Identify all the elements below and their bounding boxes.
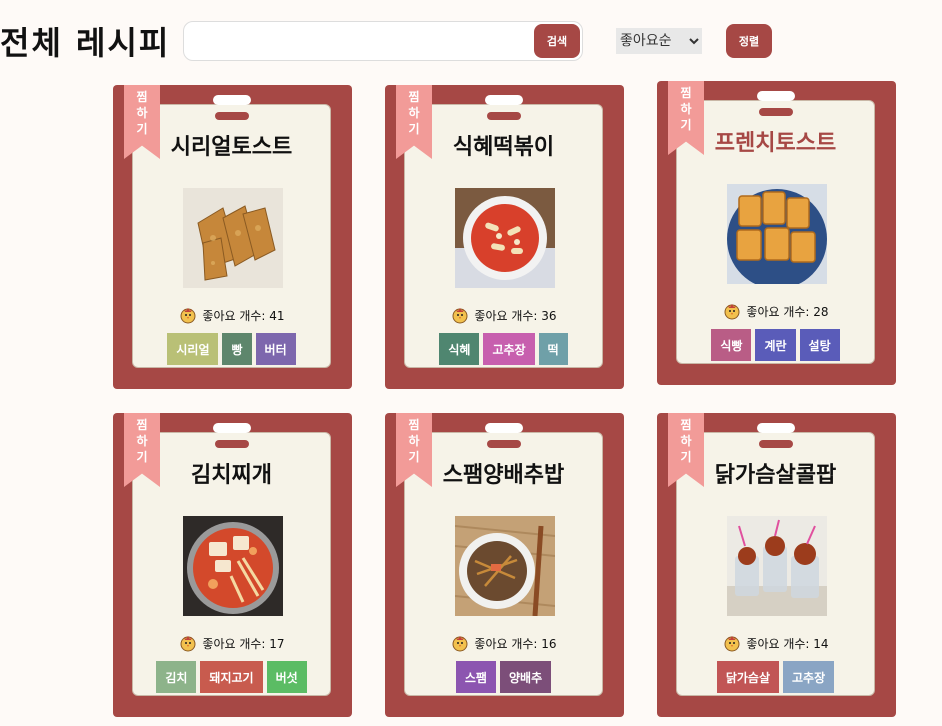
ingredient-tag[interactable]: 고추장 xyxy=(783,661,835,693)
bookmark-char: 하 xyxy=(136,106,148,120)
ingredient-tag[interactable]: 닭가슴살 xyxy=(716,661,780,693)
ingredient-tag[interactable]: 돼지고기 xyxy=(200,661,263,693)
recipe-photo[interactable] xyxy=(183,516,283,616)
bookmark-char: 하 xyxy=(408,106,420,120)
likes-count: 좋아요 개수: 28 xyxy=(746,304,829,319)
recipe-title[interactable]: 김치찌개 xyxy=(132,457,331,489)
card-clip-hole xyxy=(757,423,795,433)
card-clip-slot xyxy=(759,108,793,116)
tag-list: 스팸 양배추 xyxy=(404,661,603,693)
recipe-title[interactable]: 식혜떡볶이 xyxy=(404,129,603,161)
chick-icon xyxy=(180,308,196,324)
ingredient-tag[interactable]: 고추장 xyxy=(483,333,535,365)
recipe-photo[interactable] xyxy=(727,184,827,284)
page-title: 전체 레시피 xyxy=(0,24,171,62)
ingredient-tag[interactable]: 식혜 xyxy=(439,333,480,365)
likes-row: 좋아요 개수: 17 xyxy=(132,633,331,653)
ingredient-tag[interactable]: 빵 xyxy=(222,333,252,365)
likes-row: 좋아요 개수: 41 xyxy=(132,305,331,325)
tag-list: 닭가슴살 고추장 xyxy=(676,661,875,693)
card-clip-hole xyxy=(213,423,251,433)
likes-count: 좋아요 개수: 14 xyxy=(746,636,829,651)
sort-select[interactable]: 좋아요순 xyxy=(616,28,702,54)
ingredient-tag[interactable]: 계란 xyxy=(755,329,796,361)
recipe-photo[interactable] xyxy=(727,516,827,616)
chick-icon xyxy=(452,636,468,652)
chick-icon xyxy=(724,636,740,652)
recipe-photo[interactable] xyxy=(183,188,283,288)
bookmark-char: 찜 xyxy=(680,86,692,100)
tag-list: 김치 돼지고기 버섯 xyxy=(132,661,331,693)
likes-row: 좋아요 개수: 16 xyxy=(404,633,603,653)
ingredient-tag[interactable]: 양배추 xyxy=(499,661,552,693)
card-clip-hole xyxy=(757,91,795,101)
recipe-card[interactable]: 찜하기 김치찌개 좋아요 개수: 17 김치 돼지고기 버섯 xyxy=(113,413,352,717)
ingredient-tag[interactable]: 버섯 xyxy=(266,661,307,693)
card-clip-hole xyxy=(485,423,523,433)
card-clip-slot xyxy=(759,440,793,448)
recipe-card[interactable]: 찜하기 스팸양배추밥 좋아요 개수: 16 스팸 양배추 xyxy=(385,413,624,717)
recipe-title[interactable]: 닭가슴살콜팝 xyxy=(676,457,875,489)
recipe-photo[interactable] xyxy=(455,188,555,288)
ingredient-tag[interactable]: 버터 xyxy=(255,333,296,365)
bookmark-char: 찜 xyxy=(136,418,148,432)
bookmark-char: 찜 xyxy=(408,90,420,104)
bookmark-char: 찜 xyxy=(136,90,148,104)
recipe-title[interactable]: 프렌치토스트 xyxy=(676,125,875,157)
likes-row: 좋아요 개수: 36 xyxy=(404,305,603,325)
ingredient-tag[interactable]: 시리얼 xyxy=(167,333,219,365)
ingredient-tag[interactable]: 떡 xyxy=(538,333,568,365)
bookmark-char: 하 xyxy=(136,434,148,448)
ingredient-tag[interactable]: 식빵 xyxy=(711,329,752,361)
tag-list: 시리얼 빵 버터 xyxy=(132,333,331,365)
bookmark-char: 하 xyxy=(680,434,692,448)
chick-icon xyxy=(724,304,740,320)
likes-count: 좋아요 개수: 36 xyxy=(474,308,557,323)
card-clip-slot xyxy=(215,112,249,120)
card-clip-slot xyxy=(215,440,249,448)
recipe-photo[interactable] xyxy=(455,516,555,616)
tag-list: 식빵 계란 설탕 xyxy=(676,329,875,361)
search-button[interactable]: 검색 xyxy=(534,24,580,58)
bookmark-char: 하 xyxy=(680,102,692,116)
likes-row: 좋아요 개수: 28 xyxy=(676,301,875,321)
recipe-card[interactable]: 찜하기 시리얼토스트 좋아요 개수: 41 시리얼 빵 버터 xyxy=(113,85,352,389)
bookmark-char: 찜 xyxy=(680,418,692,432)
card-clip-slot xyxy=(487,112,521,120)
bookmark-char: 찜 xyxy=(408,418,420,432)
ingredient-tag[interactable]: 설탕 xyxy=(799,329,840,361)
search-input[interactable] xyxy=(194,28,524,54)
likes-count: 좋아요 개수: 41 xyxy=(202,308,285,323)
ingredient-tag[interactable]: 김치 xyxy=(156,661,197,693)
chick-icon xyxy=(452,308,468,324)
ingredient-tag[interactable]: 스팸 xyxy=(455,661,496,693)
recipe-title[interactable]: 스팸양배추밥 xyxy=(404,457,603,489)
recipe-card[interactable]: 찜하기 식혜떡볶이 좋아요 개수: 36 식혜 고추장 떡 xyxy=(385,85,624,389)
search-box xyxy=(183,21,583,61)
chick-icon xyxy=(180,636,196,652)
likes-row: 좋아요 개수: 14 xyxy=(676,633,875,653)
card-clip-hole xyxy=(213,95,251,105)
card-clip-hole xyxy=(485,95,523,105)
likes-count: 좋아요 개수: 16 xyxy=(474,636,557,651)
tag-list: 식혜 고추장 떡 xyxy=(404,333,603,365)
recipe-card[interactable]: 찜하기 닭가슴살콜팝 좋아요 개수: 14 닭가슴살 고추장 xyxy=(657,413,896,717)
recipe-title[interactable]: 시리얼토스트 xyxy=(132,129,331,161)
sort-button[interactable]: 정렬 xyxy=(726,24,772,58)
card-clip-slot xyxy=(487,440,521,448)
recipe-card[interactable]: 찜하기 프렌치토스트 좋아요 개수: 28 식빵 계란 설탕 xyxy=(657,81,896,385)
bookmark-char: 하 xyxy=(408,434,420,448)
likes-count: 좋아요 개수: 17 xyxy=(202,636,285,651)
